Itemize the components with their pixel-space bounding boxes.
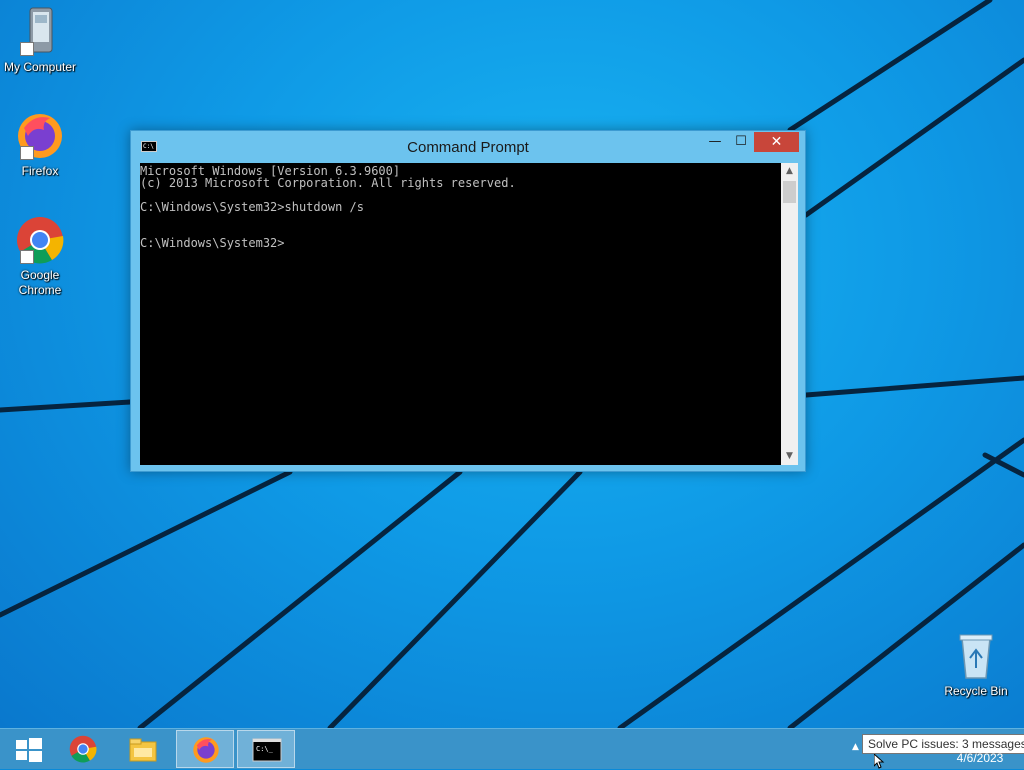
windows-start-icon	[16, 738, 42, 762]
minimize-button[interactable]: —	[702, 132, 728, 152]
desktop-icon-label: My Computer	[3, 60, 77, 74]
taskbar-command-prompt-button[interactable]: C:\_	[237, 730, 295, 768]
vertical-scrollbar[interactable]: ▲ ▼	[781, 163, 798, 465]
taskbar-firefox-button[interactable]	[176, 730, 234, 768]
chrome-icon	[69, 735, 97, 763]
recycle-bin-icon	[950, 630, 1002, 682]
firefox-icon	[14, 110, 66, 162]
console-output[interactable]: Microsoft Windows [Version 6.3.9600] (c)…	[140, 165, 780, 463]
maximize-button[interactable]: ☐	[728, 132, 754, 152]
start-button[interactable]	[0, 730, 58, 768]
desktop-icon-chrome[interactable]: Google Chrome	[0, 214, 80, 298]
desktop-icon-label: Firefox	[21, 164, 59, 178]
desktop-icon-firefox[interactable]: Firefox	[0, 110, 80, 179]
scrollbar-thumb[interactable]	[783, 181, 796, 203]
my-computer-icon	[14, 6, 66, 58]
desktop-icon-recycle-bin[interactable]: Recycle Bin	[936, 630, 1016, 699]
clock-date[interactable]: 4/6/2023	[950, 751, 1010, 765]
desktop-icon-label: Google Chrome	[18, 268, 62, 297]
close-button[interactable]: ✕	[754, 132, 799, 152]
svg-text:C:\_: C:\_	[256, 745, 274, 753]
desktop: My Computer Firefox Google Chrome Recycl…	[0, 0, 1024, 728]
command-prompt-icon: C:\_	[252, 738, 282, 762]
taskbar-file-explorer-button[interactable]	[114, 730, 172, 768]
scroll-up-arrow-icon[interactable]: ▲	[781, 163, 798, 180]
firefox-icon	[193, 737, 219, 763]
chrome-icon	[14, 214, 66, 266]
desktop-icon-my-computer[interactable]: My Computer	[0, 6, 80, 75]
show-hidden-icons-chevron-icon[interactable]: ▲	[852, 742, 859, 752]
window-titlebar[interactable]: C:\ Command Prompt — ☐ ✕	[131, 131, 805, 163]
file-explorer-icon	[129, 738, 157, 762]
console-line: C:\Windows\System32>shutdown /s	[140, 200, 364, 214]
console-prompt-line: C:\Windows\System32>	[140, 236, 285, 250]
console-line: (c) 2013 Microsoft Corporation. All righ…	[140, 176, 516, 190]
taskbar-chrome-button[interactable]	[54, 730, 112, 768]
command-prompt-window[interactable]: C:\ Command Prompt — ☐ ✕ Microsoft Windo…	[130, 130, 806, 472]
scroll-down-arrow-icon[interactable]: ▼	[781, 448, 798, 465]
desktop-icon-label: Recycle Bin	[944, 684, 1008, 698]
console-area[interactable]: Microsoft Windows [Version 6.3.9600] (c)…	[140, 163, 798, 465]
